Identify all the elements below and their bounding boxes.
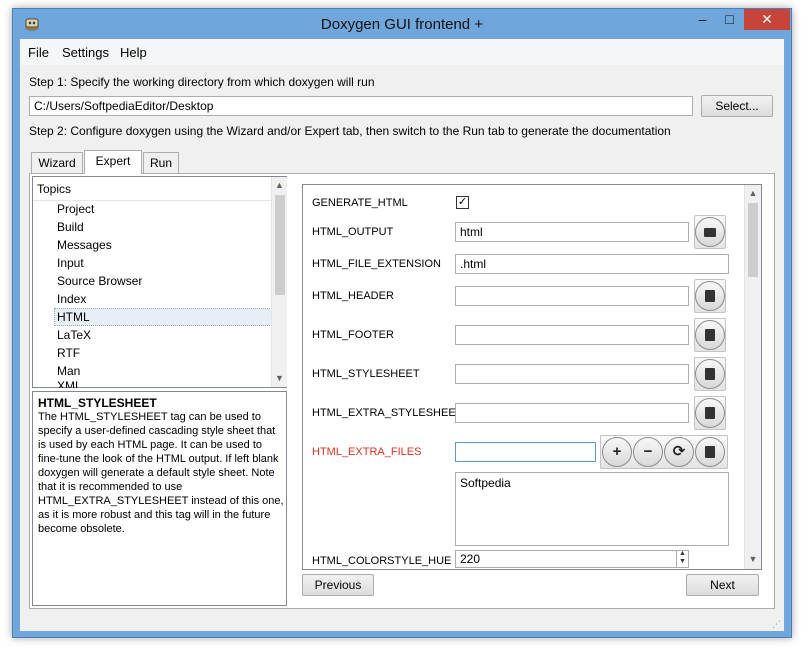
scroll-up-icon[interactable]: ▲ (745, 188, 761, 198)
html-extra-stylesheet-browse-button[interactable] (694, 396, 726, 430)
scroll-up-icon[interactable]: ▲ (272, 180, 287, 190)
hue-spinner[interactable]: ▲ ▼ (676, 550, 688, 568)
topic-item[interactable]: Source Browser (57, 274, 142, 288)
html-footer-label: HTML_FOOTER (312, 329, 394, 341)
html-stylesheet-browse-button[interactable] (694, 357, 726, 391)
list-item[interactable]: Softpedia (460, 476, 724, 490)
topic-item[interactable]: RTF (57, 346, 80, 360)
html-colorstyle-hue-label: HTML_COLORSTYLE_HUE (312, 555, 452, 567)
topic-item[interactable]: Project (57, 202, 94, 216)
file-icon (695, 281, 725, 311)
title-bar[interactable]: Doxygen GUI frontend + – □ ✕ (13, 9, 791, 39)
topic-item-selected[interactable]: HTML (57, 310, 90, 324)
html-header-input[interactable] (455, 286, 689, 306)
scroll-down-icon[interactable]: ▼ (745, 554, 761, 564)
close-button[interactable]: ✕ (744, 9, 790, 30)
settings-scroll-thumb[interactable] (748, 203, 758, 277)
file-icon (695, 398, 725, 428)
file-icon[interactable] (695, 437, 725, 467)
topics-scrollbar[interactable]: ▲ ▼ (271, 177, 287, 387)
step2-label: Step 2: Configure doxygen using the Wiza… (29, 124, 671, 138)
expert-tab-pane: Topics Project Build Messages Input Sour… (29, 173, 775, 609)
html-stylesheet-input[interactable] (455, 364, 689, 384)
topics-header-divider (33, 200, 271, 201)
menu-bar: File Settings Help (20, 39, 784, 65)
file-icon (695, 320, 725, 350)
menu-help[interactable]: Help (120, 45, 147, 60)
html-extra-files-buttons: + − ⟳ (600, 435, 728, 469)
minimize-button[interactable]: – (689, 9, 716, 30)
window-title: Doxygen GUI frontend + (320, 16, 484, 33)
html-file-extension-label: HTML_FILE_EXTENSION (312, 258, 441, 270)
html-stylesheet-label: HTML_STYLESHEET (312, 368, 420, 380)
html-extra-stylesheet-input[interactable] (455, 403, 689, 423)
html-file-extension-input[interactable]: .html (455, 254, 729, 274)
html-output-label: HTML_OUTPUT (312, 226, 394, 238)
add-icon[interactable]: + (602, 437, 632, 467)
client-area: File Settings Help Step 1: Specify the w… (20, 39, 784, 631)
maximize-button[interactable]: □ (716, 9, 743, 30)
file-icon (695, 359, 725, 389)
spin-up-icon[interactable]: ▲ (677, 550, 688, 558)
tab-expert[interactable]: Expert (84, 150, 142, 174)
generate-html-label: GENERATE_HTML (312, 197, 408, 209)
help-title: HTML_STYLESHEET (38, 396, 157, 410)
html-colorstyle-hue-input[interactable]: 220 (455, 550, 689, 568)
topics-panel: Topics Project Build Messages Input Sour… (32, 176, 287, 388)
main-window: Doxygen GUI frontend + – □ ✕ File Settin… (12, 8, 792, 638)
help-text: HTML_STYLESHEET The HTML_STYLESHEET tag … (38, 396, 286, 536)
html-output-input[interactable]: html (455, 222, 689, 242)
topic-item[interactable]: Messages (57, 238, 112, 252)
working-directory-input[interactable]: C:/Users/SoftpediaEditor/Desktop (29, 96, 693, 116)
html-output-browse-button[interactable] (694, 215, 726, 249)
topic-item-partial[interactable]: XML (57, 380, 87, 388)
topic-item[interactable]: Man (57, 364, 80, 378)
settings-scrollbar[interactable]: ▲ ▼ (744, 185, 761, 569)
html-footer-browse-button[interactable] (694, 318, 726, 352)
topic-item[interactable]: LaTeX (57, 328, 91, 342)
select-directory-button[interactable]: Select... (701, 95, 773, 117)
html-footer-input[interactable] (455, 325, 689, 345)
help-panel: HTML_STYLESHEET The HTML_STYLESHEET tag … (32, 391, 287, 606)
html-extra-files-input[interactable] (455, 442, 596, 462)
html-header-browse-button[interactable] (694, 279, 726, 313)
html-header-label: HTML_HEADER (312, 290, 394, 302)
next-button[interactable]: Next (686, 574, 759, 596)
menu-settings[interactable]: Settings (62, 45, 109, 60)
resize-grip-icon[interactable]: ⋰ (772, 619, 782, 629)
refresh-icon[interactable]: ⟳ (664, 437, 694, 467)
html-extra-files-label: HTML_EXTRA_FILES (312, 446, 422, 458)
tab-run[interactable]: Run (143, 152, 179, 173)
topic-item[interactable]: Build (57, 220, 84, 234)
remove-icon[interactable]: − (633, 437, 663, 467)
tab-wizard[interactable]: Wizard (31, 152, 83, 173)
previous-button[interactable]: Previous (302, 574, 374, 596)
folder-icon (695, 217, 725, 247)
spin-down-icon[interactable]: ▼ (677, 558, 688, 566)
topic-item[interactable]: Index (57, 292, 86, 306)
step1-label: Step 1: Specify the working directory fr… (29, 75, 375, 89)
generate-html-checkbox[interactable]: ✓ (456, 196, 469, 209)
topics-header: Topics (37, 182, 72, 196)
menu-file[interactable]: File (28, 45, 49, 60)
html-extra-stylesheet-label: HTML_EXTRA_STYLESHEET (312, 407, 463, 419)
help-body: The HTML_STYLESHEET tag can be used to s… (38, 411, 284, 535)
settings-panel: GENERATE_HTML ✓ HTML_OUTPUT html HTML_FI… (302, 184, 762, 570)
scroll-down-icon[interactable]: ▼ (272, 373, 287, 383)
topic-item[interactable]: Input (57, 256, 84, 270)
topics-scroll-thumb[interactable] (275, 195, 285, 295)
html-extra-files-list[interactable]: Softpedia (455, 472, 729, 546)
